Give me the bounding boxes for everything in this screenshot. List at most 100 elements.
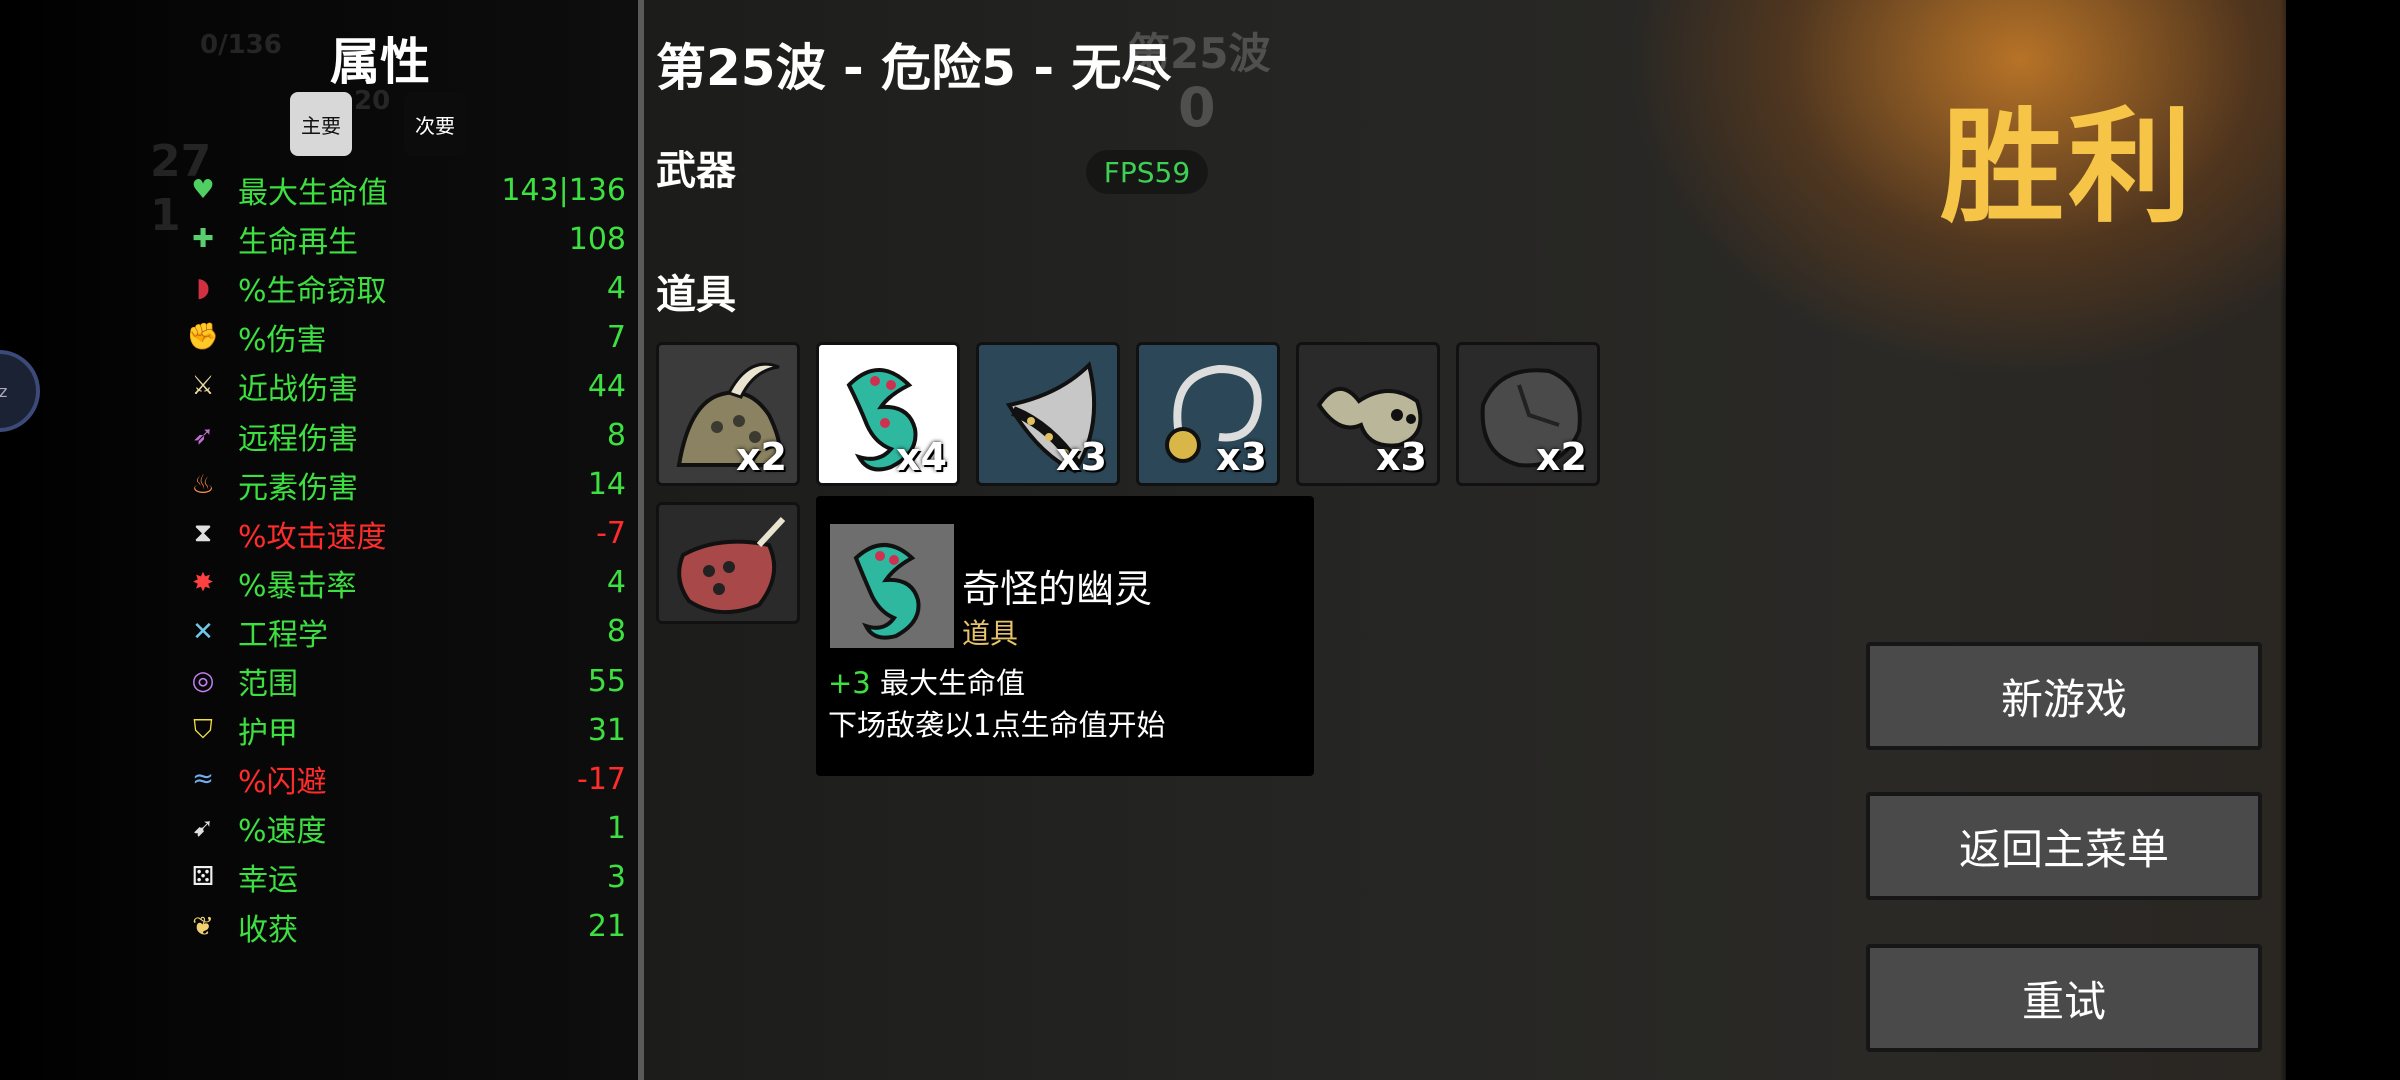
tooltip-item-type: 道具: [962, 617, 1019, 650]
items-heading: 道具: [656, 272, 736, 318]
stat-value: 7: [606, 319, 626, 355]
item-count: x2: [736, 435, 787, 479]
panel-divider: [638, 0, 644, 1080]
item-count: x4: [896, 435, 947, 479]
tooltip-bonus-value: +3: [828, 666, 871, 700]
stat-name: 最大生命值: [238, 176, 388, 211]
stat-row[interactable]: ✕ 工程学 8: [186, 608, 626, 656]
range-icon: ◎: [191, 666, 215, 696]
stat-row[interactable]: ⚔ 近战伤害 44: [186, 362, 626, 410]
stat-value: 55: [587, 663, 626, 699]
stat-name: 远程伤害: [238, 421, 358, 457]
stat-row[interactable]: ✸ %暴击率 4: [186, 559, 626, 607]
item-slot-2[interactable]: x4: [816, 342, 960, 486]
item-slot-1[interactable]: x2: [656, 342, 800, 486]
fps-counter: FPS59: [1086, 150, 1208, 194]
item-slot-4[interactable]: x3: [1136, 342, 1280, 486]
stat-name: %伤害: [238, 323, 327, 359]
stat-value: 8: [606, 614, 626, 650]
stat-row[interactable]: ✊ %伤害 7: [186, 313, 626, 361]
heart-icon: ♥: [191, 175, 215, 205]
stat-row[interactable]: ♥ 最大生命值 143|136: [186, 166, 626, 214]
weapons-heading: 武器: [656, 148, 736, 194]
stat-row[interactable]: ⧗ %攻击速度 -7: [186, 510, 626, 558]
ghost-bag-text: 1: [150, 190, 181, 241]
item-count: x3: [1376, 435, 1427, 479]
damage-icon: ✊: [186, 322, 220, 353]
stat-name: %暴击率: [238, 568, 357, 604]
stat-row[interactable]: ❦ 收获 21: [186, 903, 626, 951]
engineering-icon: ✕: [192, 616, 214, 647]
lifesteal-icon: ◗: [196, 273, 210, 304]
item-slot-5[interactable]: x3: [1296, 342, 1440, 486]
stat-row[interactable]: ♨ 元素伤害 14: [186, 461, 626, 509]
stat-row[interactable]: ⚄ 幸运 3: [186, 853, 626, 901]
stat-value: 8: [606, 418, 626, 453]
stat-row[interactable]: ✚ 生命再生 108: [186, 215, 626, 263]
tooltip-item-image: [830, 524, 954, 648]
screen-edge-bar: [2286, 0, 2400, 1080]
stat-value: 4: [606, 565, 626, 601]
stat-value: 14: [587, 467, 626, 503]
stat-value: 31: [587, 712, 626, 748]
strange-ghost-icon: [853, 543, 921, 640]
stat-row[interactable]: ≈ %闪避 -17: [186, 755, 626, 803]
stat-value: 108: [568, 221, 626, 257]
main-menu-button[interactable]: 返回主菜单: [1866, 792, 2262, 900]
speed-icon: ➹: [192, 813, 214, 844]
crit-icon: ✸: [192, 567, 214, 598]
item-slot-3[interactable]: x3: [976, 342, 1120, 486]
ranged-icon: ➶: [192, 420, 214, 451]
stat-value: 44: [587, 368, 626, 404]
item-slot-7[interactable]: [656, 502, 800, 624]
retry-button[interactable]: 重试: [1866, 944, 2262, 1052]
wave-ghost-text: 第25波: [1128, 29, 1271, 78]
dodge-icon: ≈: [192, 764, 214, 795]
tab-secondary-stats[interactable]: 次要: [404, 92, 466, 156]
ghost-xp-text: 0/136: [200, 30, 282, 60]
stat-value: 143|136: [501, 172, 626, 208]
item-tooltip: 奇怪的幽灵 道具 +3 最大生命值 下场敌袭以1点生命值开始: [816, 496, 1314, 776]
stat-row[interactable]: ➹ %速度 1: [186, 804, 626, 852]
tooltip-effect-line: 下场敌袭以1点生命值开始: [828, 708, 1166, 742]
stat-name: 工程学: [238, 617, 328, 653]
melee-icon: ⚔: [191, 371, 215, 402]
stat-value: 4: [606, 270, 626, 306]
stat-value: 21: [587, 909, 626, 944]
new-game-button[interactable]: 新游戏: [1866, 642, 2262, 750]
tab-primary-stats[interactable]: 主要: [290, 92, 352, 156]
stat-row[interactable]: ➶ 远程伤害 8: [186, 412, 626, 460]
stat-row[interactable]: ⛉ 护甲 31: [186, 706, 626, 754]
stat-name: 近战伤害: [238, 372, 358, 408]
stat-value: -7: [596, 516, 626, 552]
stats-title: 属性: [330, 33, 430, 91]
harvest-icon: ❦: [192, 911, 214, 942]
tooltip-item-name: 奇怪的幽灵: [962, 567, 1153, 611]
item-slot-6[interactable]: x2: [1456, 342, 1600, 486]
stat-name: 收获: [238, 912, 298, 948]
stat-row[interactable]: ◎ 范围 55: [186, 657, 626, 705]
game-background: 0/136 20 27 1 属性 主要 次要 ♥ 最大生命值 143|136 ✚ 生命再…: [0, 0, 2400, 1080]
stat-name: %攻击速度: [238, 519, 387, 555]
stat-name: %速度: [238, 814, 327, 850]
stat-name: %生命窃取: [238, 274, 387, 310]
armor-icon: ⛉: [193, 714, 213, 745]
stat-name: 幸运: [238, 863, 298, 899]
luck-icon: ⚄: [191, 862, 215, 893]
stat-name: 元素伤害: [238, 470, 358, 506]
victory-title: 胜利: [1940, 96, 2197, 240]
elemental-icon: ♨: [191, 469, 215, 500]
tooltip-bonus-text: 最大生命值: [879, 666, 1025, 700]
tooltip-bonus-line: +3 最大生命值: [828, 660, 1025, 702]
stat-row[interactable]: ◗ %生命窃取 4: [186, 264, 626, 312]
stat-name: %闪避: [238, 765, 327, 801]
stats-panel: 0/136 20 27 1 属性 主要 次要 ♥ 最大生命值 143|136 ✚ 生命再…: [0, 0, 640, 1080]
hourglass-icon: ⧗: [193, 518, 213, 549]
count-ghost-text: 0: [1178, 76, 1216, 139]
item-count: x3: [1216, 435, 1267, 479]
stat-value: 1: [606, 810, 626, 846]
stat-name: 范围: [238, 667, 298, 702]
item-count: x3: [1056, 435, 1107, 479]
stat-value: -17: [577, 761, 626, 797]
stat-value: 3: [606, 859, 626, 895]
